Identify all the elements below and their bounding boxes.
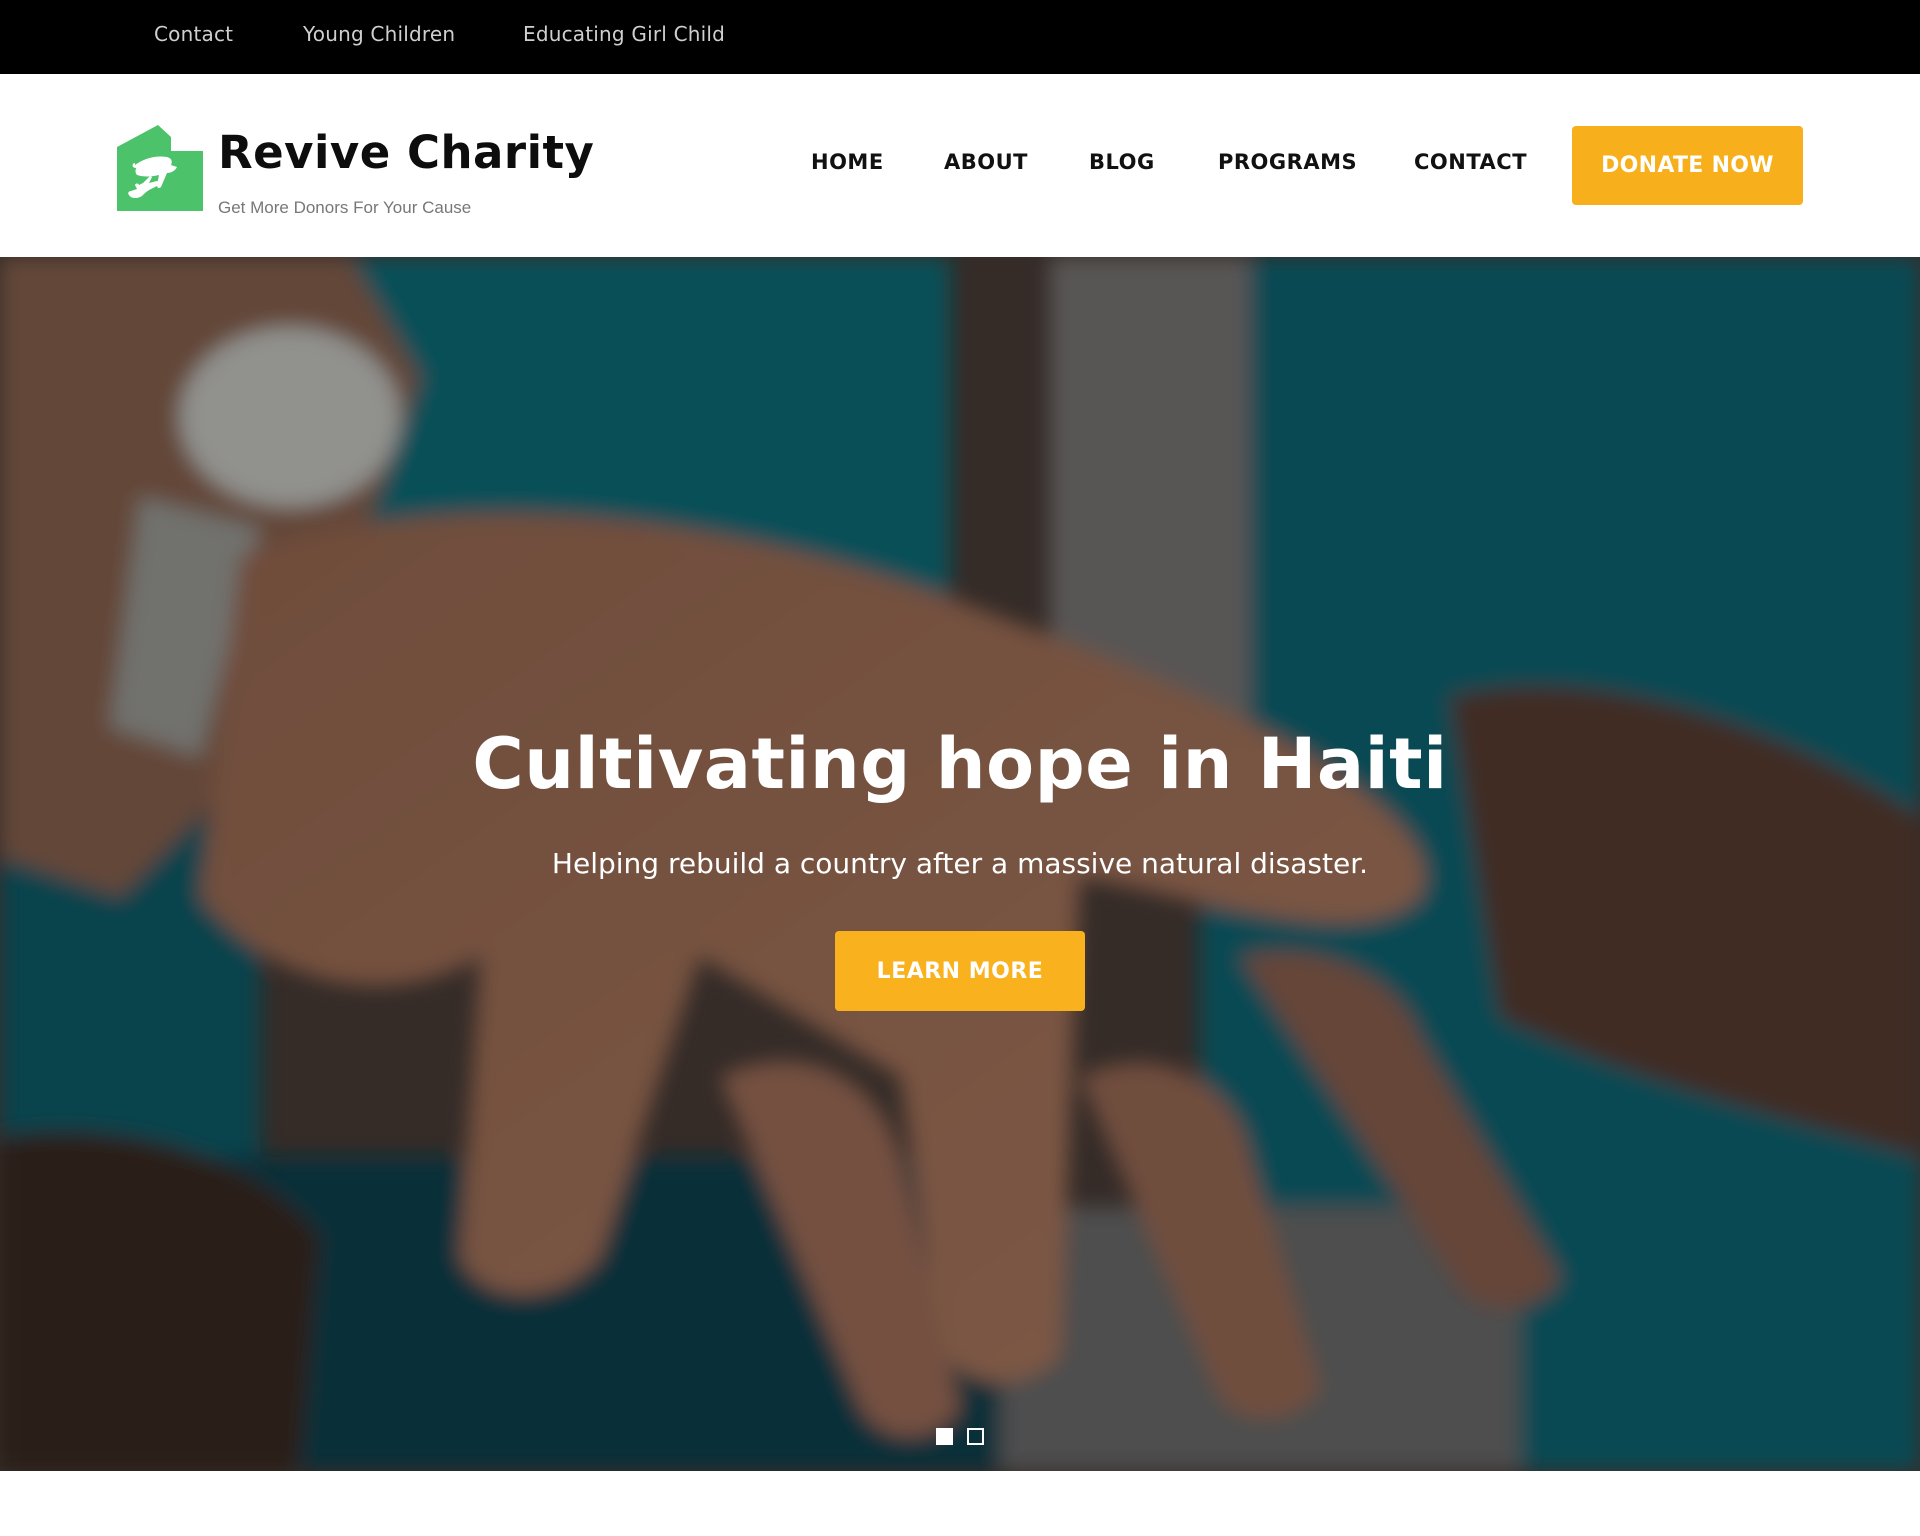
nav-contact[interactable]: CONTACT xyxy=(1414,150,1527,174)
topbar-link-young-children[interactable]: Young Children xyxy=(303,22,455,46)
top-bar: Contact Young Children Educating Girl Ch… xyxy=(0,0,1920,74)
nav-home[interactable]: HOME xyxy=(811,150,884,174)
house-hands-icon[interactable] xyxy=(117,125,203,211)
nav-about[interactable]: ABOUT xyxy=(944,150,1028,174)
nav-blog[interactable]: BLOG xyxy=(1089,150,1155,174)
learn-more-button[interactable]: LEARN MORE xyxy=(835,931,1085,1011)
hero-subtitle: Helping rebuild a country after a massiv… xyxy=(551,847,1369,880)
slider-dot[interactable] xyxy=(967,1428,984,1445)
site-header: Revive Charity Get More Donors For Your … xyxy=(0,74,1920,257)
donate-now-button[interactable]: DONATE NOW xyxy=(1572,126,1803,205)
topbar-link-contact[interactable]: Contact xyxy=(154,22,233,46)
hero-title: Cultivating hope in Haiti xyxy=(472,723,1448,805)
brand-tagline: Get More Donors For Your Cause xyxy=(218,198,472,217)
slider-dot-active[interactable] xyxy=(936,1428,953,1445)
nav-programs[interactable]: PROGRAMS xyxy=(1218,150,1357,174)
brand-name[interactable]: Revive Charity xyxy=(218,126,594,179)
topbar-link-educating-girl-child[interactable]: Educating Girl Child xyxy=(523,22,725,46)
hero-slider: Cultivating hope in Haiti Helping rebuil… xyxy=(0,257,1920,1471)
